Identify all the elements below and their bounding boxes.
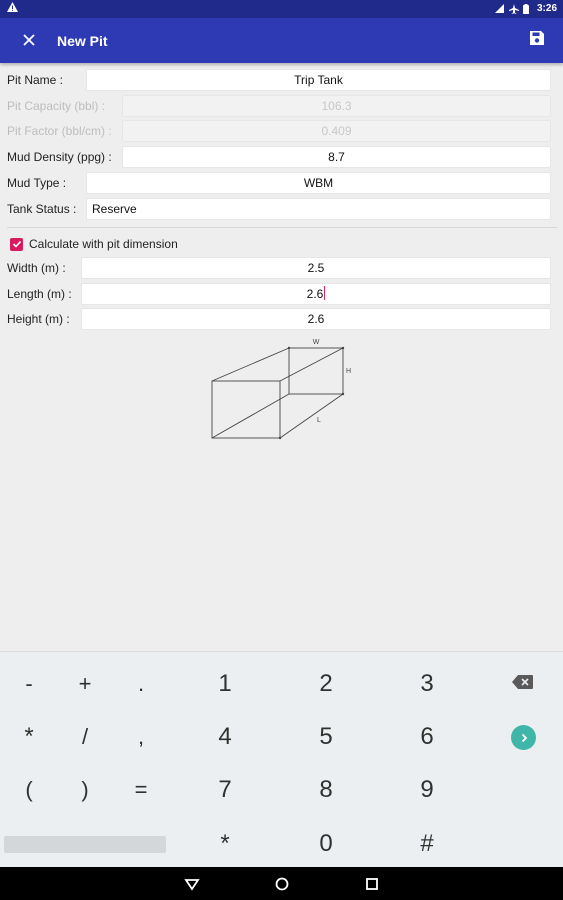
height-input[interactable]: 2.6 xyxy=(81,308,551,330)
tank-status-row: Tank Status : Reserve xyxy=(0,196,563,222)
app-bar: New Pit xyxy=(0,18,563,63)
pit-dimension-diagram: W H L xyxy=(211,339,351,440)
pit-factor-row: Pit Factor (bbl/cm) : 0.409 xyxy=(0,118,563,144)
key-9[interactable]: 9 xyxy=(407,770,447,810)
key-open-paren[interactable]: ( xyxy=(9,770,49,810)
tank-status-select[interactable]: Reserve xyxy=(86,198,551,220)
key-comma[interactable]: , xyxy=(121,717,161,757)
key-6[interactable]: 6 xyxy=(407,717,447,757)
mud-density-input[interactable]: 8.7 xyxy=(122,146,551,168)
mud-type-select[interactable]: WBM xyxy=(86,172,551,194)
key-5[interactable]: 5 xyxy=(306,717,346,757)
pit-capacity-input: 106.3 xyxy=(122,95,551,117)
enter-icon[interactable] xyxy=(511,725,536,750)
mud-type-label: Mud Type : xyxy=(7,176,67,190)
pit-name-input[interactable]: Trip Tank xyxy=(86,69,551,91)
key-4[interactable]: 4 xyxy=(205,717,245,757)
key-2[interactable]: 2 xyxy=(306,664,346,704)
backspace-icon[interactable] xyxy=(511,673,535,691)
key-0[interactable]: 0 xyxy=(306,824,346,864)
key-asterisk[interactable]: * xyxy=(9,717,49,757)
width-row: Width (m) : 2.5 xyxy=(0,255,563,281)
diagram-h-label: H xyxy=(346,368,351,375)
key-plus[interactable]: + xyxy=(65,664,105,704)
battery-icon xyxy=(522,4,532,14)
pit-factor-input: 0.409 xyxy=(122,120,551,142)
key-slash[interactable]: / xyxy=(65,717,105,757)
calc-dimension-label: Calculate with pit dimension xyxy=(29,237,178,251)
home-icon[interactable] xyxy=(274,876,290,892)
page-title: New Pit xyxy=(57,33,108,49)
pit-capacity-label: Pit Capacity (bbl) : xyxy=(7,99,106,113)
height-label: Height (m) : xyxy=(7,312,70,326)
height-row: Height (m) : 2.6 xyxy=(0,306,563,332)
key-7[interactable]: 7 xyxy=(205,770,245,810)
signal-icon xyxy=(494,4,504,13)
key-minus[interactable]: - xyxy=(9,664,49,704)
pit-name-label: Pit Name : xyxy=(7,73,64,87)
key-star[interactable]: * xyxy=(205,824,245,864)
length-label: Length (m) : xyxy=(7,287,72,301)
diagram-l-label: L xyxy=(317,417,321,424)
recents-icon[interactable] xyxy=(364,876,380,892)
pit-capacity-row: Pit Capacity (bbl) : 106.3 xyxy=(0,93,563,119)
numeric-keyboard: - + . 1 2 3 * / , 4 5 6 ( ) = 7 8 9 * 0 … xyxy=(0,651,563,867)
calc-dimension-checkbox-row[interactable]: Calculate with pit dimension xyxy=(10,236,178,252)
width-input[interactable]: 2.5 xyxy=(81,257,551,279)
key-equals[interactable]: = xyxy=(121,770,161,810)
pit-name-row: Pit Name : Trip Tank xyxy=(0,67,563,93)
back-icon[interactable] xyxy=(184,876,200,892)
key-period[interactable]: . xyxy=(121,664,161,704)
save-icon[interactable] xyxy=(529,30,549,50)
text-cursor xyxy=(324,286,326,300)
mud-density-label: Mud Density (ppg) : xyxy=(7,150,112,164)
divider xyxy=(7,227,557,228)
space-key[interactable] xyxy=(4,836,166,853)
length-input[interactable]: 2.6 xyxy=(81,283,551,305)
clock: 3:26 xyxy=(536,3,557,14)
mud-type-row: Mud Type : WBM xyxy=(0,170,563,196)
calc-dimension-checkbox[interactable] xyxy=(10,237,23,251)
key-hash[interactable]: # xyxy=(407,824,447,864)
tank-status-label: Tank Status : xyxy=(7,202,77,216)
key-3[interactable]: 3 xyxy=(407,664,447,704)
length-row: Length (m) : 2.6 xyxy=(0,281,563,307)
width-label: Width (m) : xyxy=(7,261,66,275)
close-icon[interactable] xyxy=(17,28,41,52)
key-8[interactable]: 8 xyxy=(306,770,346,810)
diagram-w-label: W xyxy=(313,339,320,346)
airplane-icon xyxy=(508,4,519,14)
navigation-bar xyxy=(0,867,563,900)
length-value: 2.6 xyxy=(306,287,324,301)
key-close-paren[interactable]: ) xyxy=(65,770,105,810)
pit-factor-label: Pit Factor (bbl/cm) : xyxy=(7,124,112,138)
key-1[interactable]: 1 xyxy=(205,664,245,704)
status-bar: 3:26 xyxy=(0,0,563,18)
mud-density-row: Mud Density (ppg) : 8.7 xyxy=(0,144,563,170)
warning-icon xyxy=(7,2,18,15)
